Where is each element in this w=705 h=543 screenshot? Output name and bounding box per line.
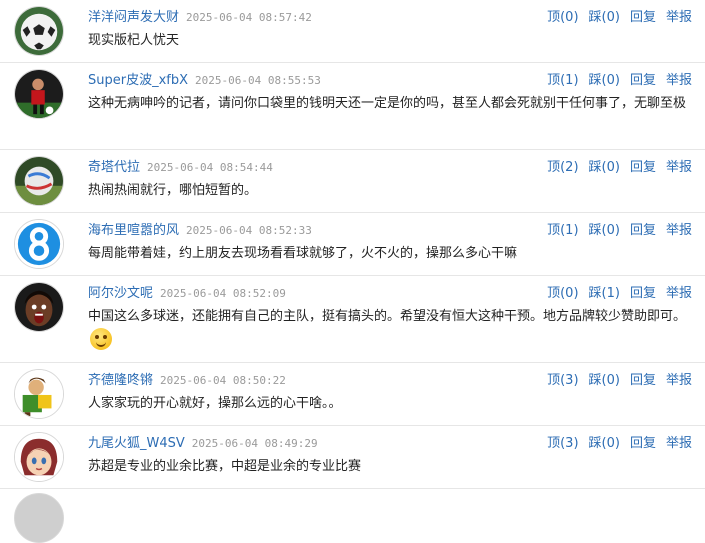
comment-time: 2025-06-04 08:50:22	[160, 374, 286, 387]
reply-button[interactable]: 回复	[630, 219, 656, 238]
comment-item: 洋洋闷声发大财 2025-06-04 08:57:42 顶(0) 踩(0) 回复…	[0, 0, 705, 63]
comment-time: 2025-06-04 08:52:33	[186, 224, 312, 237]
wink-emoji-icon	[90, 328, 112, 350]
comment-meta: 海布里喧嚣的风 2025-06-04 08:52:33	[88, 219, 312, 238]
comment-meta: 齐德隆咚锵 2025-06-04 08:50:22	[88, 369, 286, 388]
comment-actions: 顶(3) 踩(0) 回复 举报	[537, 369, 692, 388]
downvote-button[interactable]: 踩(1)	[589, 282, 620, 301]
username-link[interactable]: 阿尔沙文呢	[88, 282, 153, 301]
upvote-button[interactable]: 顶(3)	[547, 369, 578, 388]
comment-time: 2025-06-04 08:55:53	[195, 74, 321, 87]
comment-text: 现实版杞人忧天	[88, 33, 180, 48]
username-link[interactable]: 齐德隆咚锵	[88, 369, 153, 388]
downvote-button[interactable]: 踩(0)	[589, 369, 620, 388]
comment-item: 海布里喧嚣的风 2025-06-04 08:52:33 顶(1) 踩(0) 回复…	[0, 213, 705, 276]
reply-button[interactable]: 回复	[630, 369, 656, 388]
comment-actions: 顶(3) 踩(0) 回复 举报	[537, 432, 692, 451]
comment-actions: 顶(1) 踩(0) 回复 举报	[537, 219, 692, 238]
soccer-ball-avatar-icon	[15, 7, 63, 55]
comment-list: 洋洋闷声发大财 2025-06-04 08:57:42 顶(0) 踩(0) 回复…	[0, 0, 705, 543]
upvote-button[interactable]: 顶(0)	[547, 282, 578, 301]
comment-meta: 奇塔代拉 2025-06-04 08:54:44	[88, 156, 273, 175]
comment-item: 齐德隆咚锵 2025-06-04 08:50:22 顶(3) 踩(0) 回复 举…	[0, 363, 705, 426]
comment-time: 2025-06-04 08:54:44	[147, 161, 273, 174]
comment-meta: 洋洋闷声发大财 2025-06-04 08:57:42	[88, 6, 312, 25]
comment-actions: 顶(0) 踩(1) 回复 举报	[537, 282, 692, 301]
downvote-button[interactable]: 踩(0)	[589, 219, 620, 238]
comment-time: 2025-06-04 08:52:09	[160, 287, 286, 300]
username-link[interactable]: 海布里喧嚣的风	[88, 219, 179, 238]
anime-girl-avatar-icon	[15, 433, 63, 481]
avatar[interactable]	[14, 282, 64, 332]
avatar[interactable]	[14, 432, 64, 482]
comment-actions: 顶(0) 踩(0) 回复 举报	[537, 6, 692, 25]
comment-item-partial	[0, 489, 705, 543]
avatar[interactable]	[14, 219, 64, 269]
reply-button[interactable]: 回复	[630, 432, 656, 451]
upvote-button[interactable]: 顶(2)	[547, 156, 578, 175]
report-button[interactable]: 举报	[666, 282, 692, 301]
avatar[interactable]	[14, 6, 64, 56]
ball-on-grass-avatar-icon	[15, 157, 63, 205]
comment-meta: 阿尔沙文呢 2025-06-04 08:52:09	[88, 282, 286, 301]
comment-text: 人家家玩的开心就好，操那么远的心干啥。。	[88, 396, 342, 411]
comment-meta: 九尾火狐_W4SV 2025-06-04 08:49:29	[88, 432, 318, 451]
downvote-button[interactable]: 踩(0)	[589, 432, 620, 451]
avatar[interactable]	[14, 156, 64, 206]
downvote-button[interactable]: 踩(0)	[589, 69, 620, 88]
comment-item: 阿尔沙文呢 2025-06-04 08:52:09 顶(0) 踩(1) 回复 举…	[0, 276, 705, 363]
comment-text: 热闹热闹就行，哪怕短暂的。	[88, 183, 258, 198]
comment-actions: 顶(1) 踩(0) 回复 举报	[537, 69, 692, 88]
comment-text: 这种无病呻吟的记者，请问你口袋里的钱明天还一定是你的吗，甚至人都会死就别干任何事…	[88, 96, 687, 111]
comment-item: 奇塔代拉 2025-06-04 08:54:44 顶(2) 踩(0) 回复 举报…	[0, 150, 705, 213]
player-avatar-icon	[15, 70, 63, 118]
username-link[interactable]: 洋洋闷声发大财	[88, 6, 179, 25]
comment-time: 2025-06-04 08:57:42	[186, 11, 312, 24]
reply-button[interactable]: 回复	[630, 6, 656, 25]
downvote-button[interactable]: 踩(0)	[589, 156, 620, 175]
report-button[interactable]: 举报	[666, 6, 692, 25]
upvote-button[interactable]: 顶(0)	[547, 6, 578, 25]
report-button[interactable]: 举报	[666, 369, 692, 388]
surprised-girl-avatar-icon	[15, 283, 63, 331]
comment-text: 每周能带着娃，约上朋友去现场看看球就够了，火不火的，操那么多心干嘛	[88, 246, 518, 261]
comment-text: 苏超是专业的业余比赛，中超是业余的专业比赛	[88, 459, 362, 474]
cartoon-character-avatar-icon	[15, 370, 63, 418]
comment-item: Super皮波_xfbX 2025-06-04 08:55:53 顶(1) 踩(…	[0, 63, 705, 150]
username-link[interactable]: Super皮波_xfbX	[88, 69, 188, 88]
report-button[interactable]: 举报	[666, 219, 692, 238]
report-button[interactable]: 举报	[666, 69, 692, 88]
number-eight-avatar-icon	[15, 220, 63, 268]
upvote-button[interactable]: 顶(1)	[547, 219, 578, 238]
downvote-button[interactable]: 踩(0)	[589, 6, 620, 25]
reply-button[interactable]: 回复	[630, 69, 656, 88]
avatar[interactable]	[14, 369, 64, 419]
report-button[interactable]: 举报	[666, 156, 692, 175]
avatar[interactable]	[14, 493, 64, 543]
reply-button[interactable]: 回复	[630, 282, 656, 301]
report-button[interactable]: 举报	[666, 432, 692, 451]
comment-text: 中国这么多球迷，还能拥有自己的主队，挺有搞头的。希望没有恒大这种干预。地方品牌较…	[88, 306, 694, 351]
upvote-button[interactable]: 顶(1)	[547, 69, 578, 88]
username-link[interactable]: 奇塔代拉	[88, 156, 140, 175]
comment-item: 九尾火狐_W4SV 2025-06-04 08:49:29 顶(3) 踩(0) …	[0, 426, 705, 489]
comment-actions: 顶(2) 踩(0) 回复 举报	[537, 156, 692, 175]
comment-time: 2025-06-04 08:49:29	[191, 437, 318, 450]
username-link[interactable]: 九尾火狐_W4SV	[88, 432, 185, 451]
upvote-button[interactable]: 顶(3)	[547, 432, 578, 451]
avatar[interactable]	[14, 69, 64, 119]
comment-meta: Super皮波_xfbX 2025-06-04 08:55:53	[88, 69, 321, 88]
reply-button[interactable]: 回复	[630, 156, 656, 175]
